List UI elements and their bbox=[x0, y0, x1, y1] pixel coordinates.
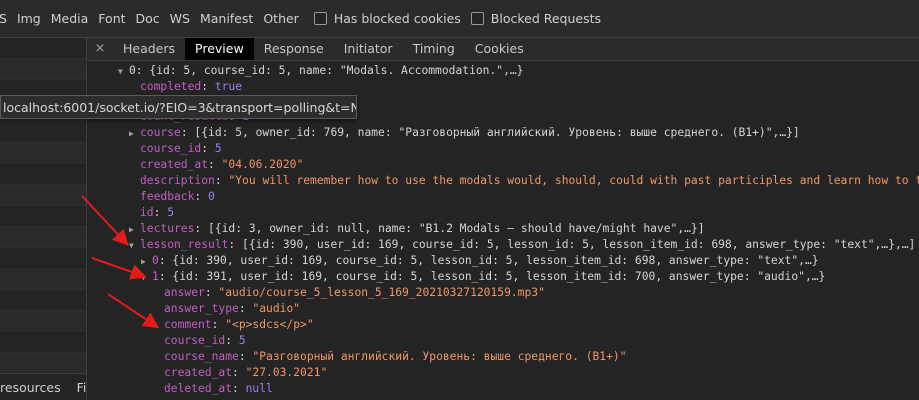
prop-feedback: feedback: 0 bbox=[140, 190, 215, 203]
prop-id: id: 5 bbox=[140, 206, 175, 219]
filter-other[interactable]: Other bbox=[258, 11, 304, 26]
request-row[interactable] bbox=[0, 290, 86, 311]
finish-summary: Fir bbox=[76, 379, 87, 395]
prop-lectures[interactable]: ▶ lectures: [{id: 3, owner_id: null, name… bbox=[129, 221, 705, 237]
prop-course-id: course_id: 5 bbox=[140, 142, 222, 155]
tab-cookies[interactable]: Cookies bbox=[465, 38, 534, 60]
has-blocked-cookies-checkbox[interactable] bbox=[313, 12, 327, 25]
collapsed-triangle-icon[interactable]: ▶ bbox=[129, 222, 140, 238]
collapsed-triangle-icon[interactable]: ▶ bbox=[141, 254, 152, 270]
close-icon[interactable]: × bbox=[87, 38, 113, 60]
expanded-triangle-icon[interactable]: ▼ bbox=[141, 270, 152, 286]
request-row[interactable] bbox=[0, 227, 86, 248]
lesson-result-item-1[interactable]: ▼ 1: {id: 391, user_id: 169, course_id: 5… bbox=[141, 269, 825, 285]
request-row[interactable] bbox=[0, 248, 86, 269]
filter-manifest[interactable]: Manifest bbox=[195, 11, 258, 26]
expanded-triangle-icon[interactable]: ▼ bbox=[129, 238, 140, 254]
request-row[interactable] bbox=[0, 59, 86, 80]
lesson-result-item-0[interactable]: ▶ 0: {id: 390, user_id: 169, course_id: 5… bbox=[141, 253, 819, 269]
tab-headers[interactable]: Headers bbox=[113, 38, 185, 60]
request-row[interactable] bbox=[0, 143, 86, 164]
tab-timing[interactable]: Timing bbox=[403, 38, 465, 60]
request-list-pane: resources Fir bbox=[0, 38, 87, 400]
request-row[interactable] bbox=[0, 206, 86, 227]
request-row[interactable] bbox=[0, 185, 86, 206]
request-row[interactable] bbox=[0, 269, 86, 290]
tree-node-0[interactable]: ▼ 0: {id: 5, course_id: 5, name: "Modals.… bbox=[118, 63, 523, 79]
prop-description: description: "You will remember how to u… bbox=[140, 174, 919, 187]
filter-doc[interactable]: Doc bbox=[131, 11, 165, 26]
blocked-requests-label: Blocked Requests bbox=[490, 11, 602, 26]
network-filter-bar: S Img Media Font Doc WS Manifest Other H… bbox=[0, 0, 919, 38]
prop-answer-type: answer_type: "audio" bbox=[164, 302, 301, 315]
request-row[interactable] bbox=[0, 353, 86, 374]
filter-img[interactable]: Img bbox=[12, 11, 46, 26]
filter-media[interactable]: Media bbox=[46, 11, 94, 26]
prop-answer: answer: "audio/course_5_lesson_5_169_202… bbox=[164, 286, 545, 299]
filter-ws-partial[interactable]: S bbox=[0, 11, 12, 26]
resources-summary: resources bbox=[0, 379, 61, 395]
detail-tabs: × Headers Preview Response Initiator Tim… bbox=[87, 38, 919, 61]
prop-completed: completed: true bbox=[140, 80, 243, 93]
has-blocked-cookies-toggle[interactable]: Has blocked cookies bbox=[313, 11, 461, 26]
tab-preview[interactable]: Preview bbox=[185, 38, 254, 60]
tab-response[interactable]: Response bbox=[254, 38, 334, 60]
prop-comment: comment: "<p>sdcs</p>" bbox=[164, 318, 314, 331]
status-bar: resources Fir bbox=[0, 373, 86, 400]
request-row[interactable] bbox=[0, 332, 86, 353]
request-row[interactable] bbox=[0, 122, 86, 143]
collapsed-triangle-icon[interactable]: ▶ bbox=[129, 126, 140, 142]
has-blocked-cookies-label: Has blocked cookies bbox=[333, 11, 461, 26]
request-row[interactable] bbox=[0, 164, 86, 185]
prop-created-at: created_at: "04.06.2020" bbox=[140, 158, 304, 171]
prop-course-id-2: course_id: 5 bbox=[164, 334, 246, 347]
prop-deleted-at: deleted_at: null bbox=[164, 382, 273, 395]
tab-initiator[interactable]: Initiator bbox=[334, 38, 403, 60]
prop-course[interactable]: ▶ course: [{id: 5, owner_id: 769, name: "… bbox=[129, 125, 800, 141]
filter-ws[interactable]: WS bbox=[165, 11, 195, 26]
url-tooltip: localhost:6001/socket.io/?EIO=3&transpor… bbox=[0, 95, 357, 119]
expanded-triangle-icon[interactable]: ▼ bbox=[118, 64, 129, 80]
filter-font[interactable]: Font bbox=[93, 11, 130, 26]
blocked-requests-toggle[interactable]: Blocked Requests bbox=[470, 11, 602, 26]
request-row[interactable] bbox=[0, 311, 86, 332]
blocked-requests-checkbox[interactable] bbox=[470, 12, 484, 25]
prop-course-name: course_name: "Разговорный английский. Ур… bbox=[164, 350, 627, 363]
prop-created-at-2: created_at: "27.03.2021" bbox=[164, 366, 328, 379]
prop-lesson-result[interactable]: ▼ lesson_result: [{id: 390, user_id: 169,… bbox=[129, 237, 915, 253]
request-row[interactable] bbox=[0, 38, 86, 59]
